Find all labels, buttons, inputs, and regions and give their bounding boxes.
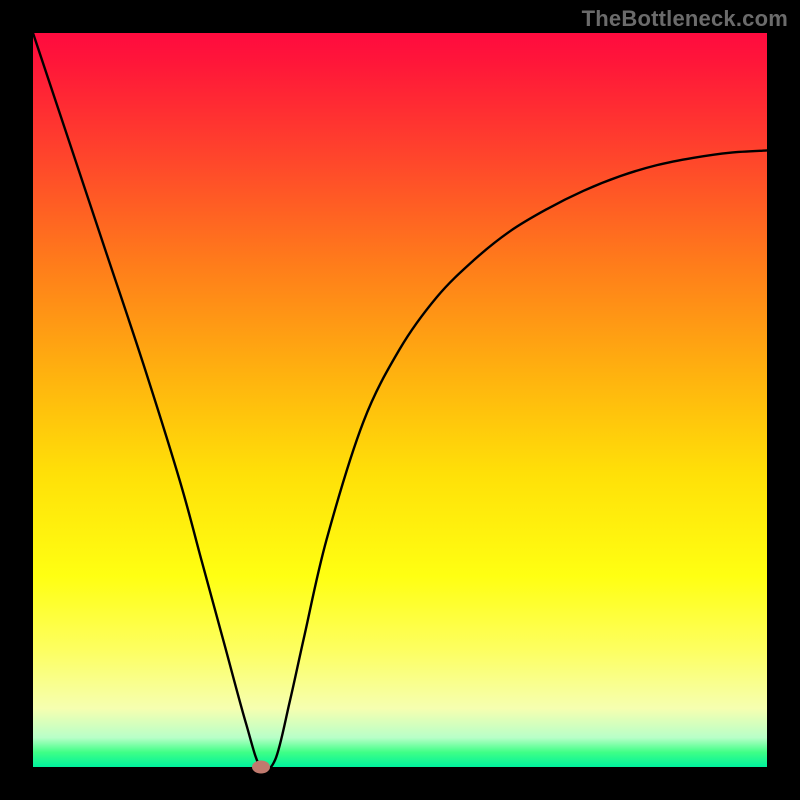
watermark-text: TheBottleneck.com — [582, 6, 788, 32]
chart-frame: TheBottleneck.com — [0, 0, 800, 800]
plot-area — [33, 33, 767, 767]
optimal-point-marker — [252, 761, 270, 774]
bottleneck-curve — [33, 33, 767, 767]
